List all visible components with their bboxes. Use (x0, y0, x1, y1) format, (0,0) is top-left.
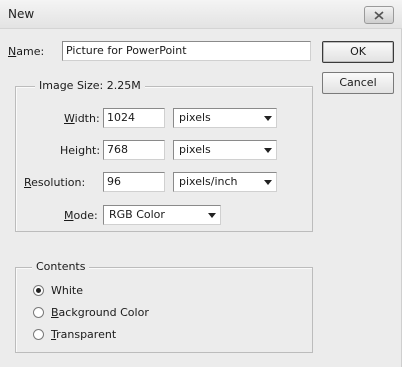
new-document-dialog: New Name: Picture for PowerPoint OK Canc… (0, 0, 402, 367)
height-label: Height: (60, 144, 101, 157)
mode-value: RGB Color (109, 208, 165, 221)
resolution-label: Resolution: (24, 176, 86, 189)
cancel-button[interactable]: Cancel (322, 72, 394, 94)
radio-transparent[interactable] (33, 329, 44, 340)
contents-legend: Contents (32, 260, 90, 273)
width-unit-select[interactable]: pixels (173, 108, 277, 128)
mode-select[interactable]: RGB Color (103, 205, 221, 225)
chevron-down-icon (204, 207, 219, 223)
resolution-input[interactable]: 96 (103, 172, 165, 192)
radio-transparent-label[interactable]: Transparent (51, 328, 116, 341)
height-input[interactable]: 768 (103, 140, 165, 160)
width-unit-value: pixels (179, 111, 211, 124)
window-title: New (8, 7, 35, 21)
chevron-down-icon (260, 110, 275, 126)
close-button[interactable] (364, 6, 394, 24)
mode-label: Mode: (64, 209, 98, 222)
height-unit-value: pixels (179, 143, 211, 156)
close-icon (374, 10, 384, 20)
name-label: Name: (8, 45, 45, 58)
chevron-down-icon (260, 142, 275, 158)
radio-white[interactable] (33, 285, 44, 296)
radio-background-color-label[interactable]: Background Color (51, 306, 149, 319)
title-bar: New (0, 0, 402, 29)
resolution-unit-select[interactable]: pixels/inch (173, 172, 277, 192)
width-label: Width: (64, 112, 100, 125)
radio-white-label[interactable]: White (51, 284, 83, 297)
name-input[interactable]: Picture for PowerPoint (62, 41, 311, 61)
resolution-unit-value: pixels/inch (179, 175, 238, 188)
height-unit-select[interactable]: pixels (173, 140, 277, 160)
width-input[interactable]: 1024 (103, 108, 165, 128)
radio-background-color[interactable] (33, 307, 44, 318)
image-size-legend: Image Size: 2.25M (35, 79, 145, 92)
chevron-down-icon (260, 174, 275, 190)
ok-button[interactable]: OK (322, 41, 394, 63)
